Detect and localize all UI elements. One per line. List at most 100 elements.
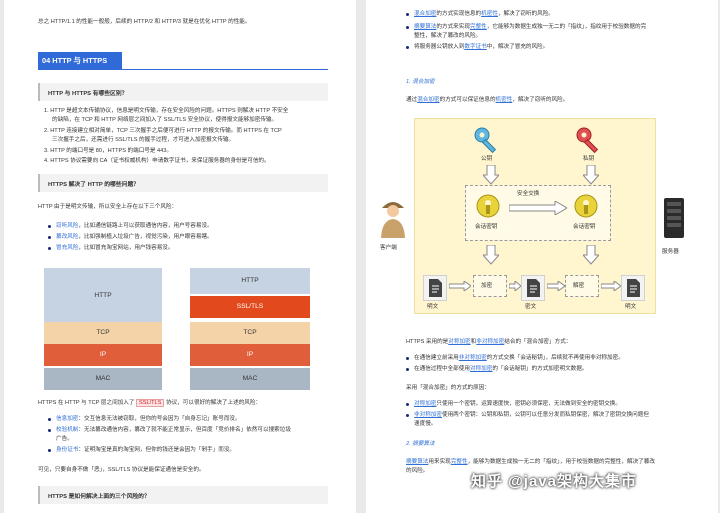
- section-title: 04 HTTP 与 HTTPS: [38, 52, 122, 69]
- stack-layer-mac: MAC: [44, 368, 162, 390]
- risk-1: 窃听风险，比如通信链路上可以获取通信内容，用户号容易没。: [56, 223, 213, 229]
- heading-mixed-encryption: 1. 混合加密: [406, 79, 435, 85]
- bullet-dot: [48, 225, 51, 228]
- arrow-right-icon: [509, 281, 521, 291]
- public-key-label: 公钥: [481, 156, 493, 162]
- client-user-icon: [381, 202, 405, 238]
- session-key-icon: [574, 194, 598, 218]
- stack-layer-tcp: TCP: [44, 322, 162, 344]
- bullet-dot: [406, 368, 409, 371]
- right-page: 混合加密的方式实现信息的机密性，解决了窃听的风险。 摘要算法的方式来实现完整性，…: [366, 0, 718, 513]
- arrow-down-icon: [483, 245, 499, 265]
- arrow-down-icon: [583, 245, 599, 265]
- mixed-encryption-desc: 通过混合加密的方式可以保证信息的机密性，解决了窃听的风险。: [406, 97, 569, 103]
- bullet-dot: [48, 429, 51, 432]
- stack-layer-http: HTTP: [190, 268, 310, 294]
- session-key-label-a: 会话密钥: [475, 224, 498, 230]
- session-key-label-b: 会话密钥: [573, 224, 596, 230]
- bullet-dot: [406, 357, 409, 360]
- ciphertext-doc: [521, 275, 545, 301]
- client-label: 客户端: [380, 245, 397, 251]
- risk-2: 篡改风险，比如强制植入垃圾广告，视觉污染，用户眼容易瞎。: [56, 234, 213, 240]
- document-icon: [527, 279, 540, 297]
- stack-layer-ip: IP: [190, 344, 310, 366]
- server-label: 服务器: [662, 249, 679, 255]
- session-key-icon: [476, 194, 500, 218]
- bullet-dot: [48, 449, 51, 452]
- why-item-1: 对称加密只使用一个密钥，运算速度快，密钥必须保密，无法做到安全的密钥交换。: [414, 401, 621, 407]
- question-box-2: HTTPS 解决了 HTTP 的哪些问题？: [38, 174, 328, 192]
- plaintext-label-b: 明文: [625, 304, 637, 310]
- bullet-dot: [406, 403, 409, 406]
- section-divider: [38, 69, 328, 70]
- q2-intro: HTTP 由于是明文传输，所以安全上存在以下三个风险：: [38, 204, 178, 210]
- question-box-1: HTTP 与 HTTPS 有哪些区别？: [38, 83, 328, 101]
- why-item-2-cont: 速度慢。: [414, 421, 437, 427]
- bullet-cert: 将服务器公钥放入到数字证书中，解决了冒充的风险。: [414, 44, 549, 50]
- mix-item-2: 在通信过程中全部使用对称加密的「会话秘钥」的方式加密明文数据。: [414, 366, 588, 372]
- fix-3: 身份证书：证明淘宝是真的淘宝网，但你的钱还是会因为「剁手」而没。: [56, 447, 236, 453]
- arrow-down-icon: [483, 165, 499, 185]
- q1-item-3: 3. HTTP 的端口号是 80，HTTPS 的端口号是 443。: [44, 148, 172, 154]
- bullet-dot: [406, 46, 409, 49]
- question-1-text: HTTP 与 HTTPS 有哪些区别？: [48, 91, 128, 97]
- fix-2: 校验机制：无法篡改通信内容，篡改了就不能正常显示，但百度「竞价排名」依然可以搜索…: [56, 427, 291, 433]
- question-2-text: HTTPS 解决了 HTTP 的哪些问题？: [48, 182, 140, 188]
- plaintext-doc-a: [423, 275, 447, 301]
- mix-desc: HTTPS 采用的是对称加密和非对称加密结合的「混合加密」方式：: [406, 339, 572, 345]
- stack-layer-tcp: TCP: [190, 322, 310, 344]
- arrow-down-icon: [583, 165, 599, 185]
- stack-layer-http: HTTP: [44, 268, 162, 324]
- bullet-digest-cont: 整性，解决了篡改的风险。: [414, 33, 482, 39]
- q1-item-2-line2: 三次握手之后，还需进行 SSL/TLS 的握手过程，才可进入加密报文传输。: [52, 137, 235, 143]
- secure-exchange-label: 安全交换: [517, 191, 540, 197]
- plaintext-doc-b: [621, 275, 645, 301]
- bullet-dot: [48, 236, 51, 239]
- private-key-icon: [576, 127, 599, 154]
- arrow-right-icon: [547, 281, 565, 291]
- q1-item-4: 4. HTTPS 协议需要向 CA（证书权威机构）申请数字证书，来保证服务器的身…: [44, 158, 270, 164]
- why-item-2: 非对称加密使用两个密钥：公钥和私钥，公钥可以任意分发而私钥保密，解决了密钥交换问…: [414, 412, 649, 418]
- bullet-dot: [406, 26, 409, 29]
- document-icon: [627, 279, 640, 297]
- q1-item-1-line2: 的缺陷，在 TCP 和 HTTP 网络层之间加入了 SSL/TLS 安全协议，使…: [52, 117, 278, 123]
- conclusion: 可见，只要自身不做「恶」，SSL/TLS 协议是能保证通信是安全的。: [38, 467, 205, 473]
- server-icon: [664, 198, 684, 238]
- digest-desc: 摘要算法用来实现完整性，能够为数据生成独一无二的「指纹」，用于校验数据的完整性，…: [406, 459, 655, 465]
- heading-digest: 2. 摘要算法: [406, 441, 435, 447]
- stack-layer-ssl-tls: SSL/TLS: [190, 296, 310, 318]
- encrypt-label: 加密: [481, 283, 493, 289]
- watermark: 知乎 @java架构大集市: [471, 473, 637, 490]
- decrypt-label: 解密: [573, 283, 585, 289]
- question-3-text: HTTPS 是如何解决上面的三个风险的？: [48, 494, 150, 500]
- bullet-dot: [48, 418, 51, 421]
- fix-1: 信息加密：交互信息无法被窃取，但你的号会因为「自身忘记」账号而没。: [56, 416, 241, 422]
- arrow-right-icon: [449, 281, 471, 291]
- bullet-mixed: 混合加密的方式实现信息的机密性，解决了窃听的风险。: [414, 11, 554, 17]
- bullet-dot: [48, 247, 51, 250]
- left-page: 总之 HTTP/1.1 的性能一般般，后续的 HTTP/2 和 HTTP/3 就…: [4, 0, 356, 513]
- stack-layer-mac: MAC: [190, 368, 310, 390]
- risk-3: 冒充风险，比如冒充淘宝网站，用户钱容易没。: [56, 245, 174, 251]
- q1-item-2-line1: 2. HTTP 连接建立相对简单，TCP 三次握手之后便可进行 HTTP 的报文…: [44, 128, 282, 134]
- bullet-dot: [406, 414, 409, 417]
- question-box-3: HTTPS 是如何解决上面的三个风险的？: [38, 486, 328, 504]
- plaintext-label-a: 明文: [427, 304, 439, 310]
- mixed-encryption-diagram: 公钥 私钥 安全交换 会话密钥 会话密钥 明文 加密 密文 解密 明文: [414, 118, 656, 314]
- exchange-arrow-icon: [509, 201, 567, 215]
- public-key-icon: [474, 127, 497, 154]
- why-mixed: 采用「混合加密」的方式的原因：: [406, 385, 490, 391]
- mix-item-1: 在通信建立前采用非对称加密的方式交换「会话秘钥」，后续就不再使用非对称加密。: [414, 355, 624, 361]
- fix-2-cont: 广告。: [56, 436, 73, 442]
- arrow-right-icon: [601, 281, 621, 291]
- bullet-dot: [406, 13, 409, 16]
- stack-layer-ip: IP: [44, 344, 162, 366]
- private-key-label: 私钥: [583, 156, 595, 162]
- document-icon: [429, 279, 442, 297]
- intro-text: 总之 HTTP/1.1 的性能一般般，后续的 HTTP/2 和 HTTP/3 就…: [38, 19, 251, 25]
- ciphertext-label: 密文: [525, 304, 537, 310]
- q1-item-1-line1: 1. HTTP 是超文本传输协议，信息是明文传输，存在安全风险的问题。HTTPS…: [44, 108, 289, 114]
- bullet-digest: 摘要算法的方式来实现完整性，它能够为数据生成独一无二的「指纹」，指纹用于校验数据…: [414, 24, 647, 30]
- digest-desc-cont: 的风险。: [406, 468, 429, 474]
- https-sentence: HTTPS 在 HTTP 与 TCP 层之间加入了 SSL/TLS 协议，可以很…: [38, 399, 262, 407]
